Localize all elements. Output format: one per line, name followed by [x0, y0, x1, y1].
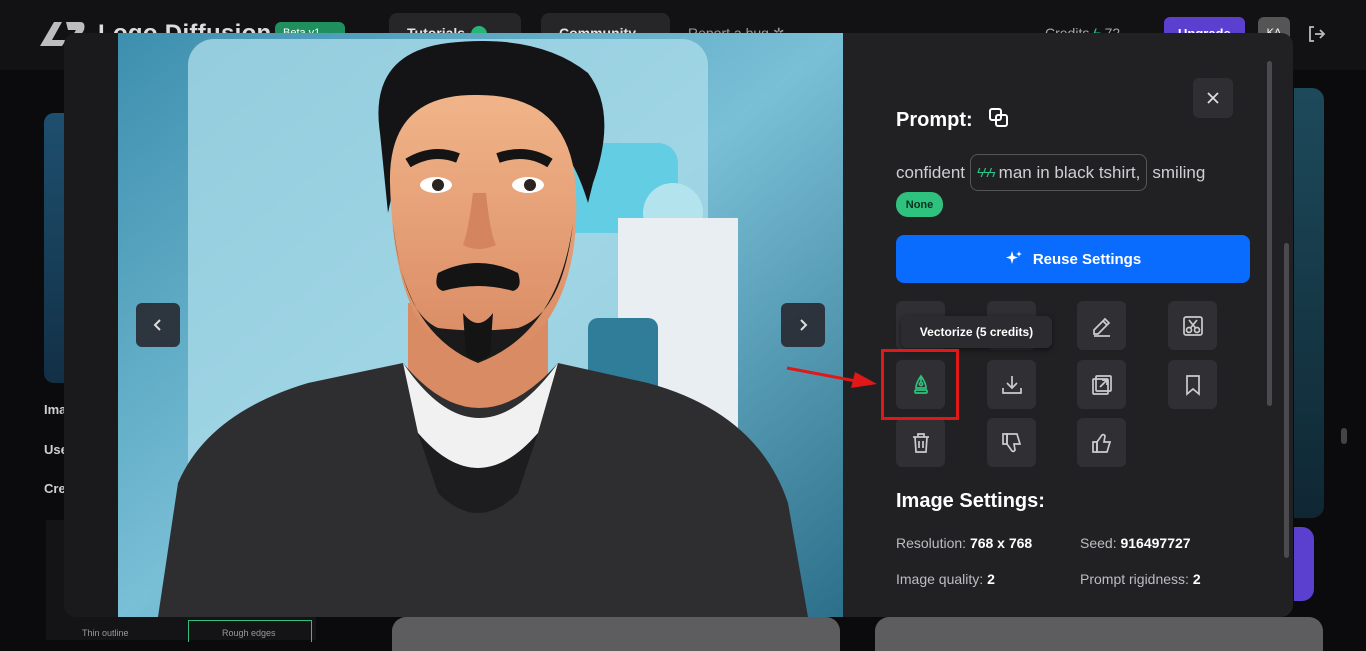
- prompt-word-after: smiling: [1152, 162, 1206, 182]
- prompt-word-before: confident: [896, 162, 965, 182]
- pencil-icon: [1092, 317, 1110, 337]
- thumbs-down-icon: [1001, 432, 1021, 452]
- vectorize-tooltip: Vectorize (5 credits): [901, 316, 1052, 348]
- seed-label: Seed:: [1080, 535, 1117, 551]
- dislike-button[interactable]: [987, 418, 1036, 467]
- previous-image-button[interactable]: [136, 303, 180, 347]
- style-badge: None: [896, 192, 943, 217]
- thumb-caption-2: Rough edges: [222, 628, 276, 638]
- prompt-rigidness-label: Prompt rigidness:: [1080, 571, 1189, 587]
- image-settings-title: Image Settings:: [896, 490, 1045, 512]
- seed-setting: Seed: 916497727: [1080, 535, 1191, 551]
- chevron-right-icon: [800, 319, 808, 331]
- bookmark-button[interactable]: [1168, 360, 1217, 409]
- sparkles-icon: [1005, 251, 1022, 264]
- image-quality-setting: Image quality: 2: [896, 571, 995, 587]
- prompt-title: Prompt:: [896, 109, 973, 131]
- highlight-box: [881, 349, 959, 420]
- prompt-keyword-text: man in black tshirt,: [998, 162, 1141, 182]
- resolution-value: 768 x 768: [969, 535, 1033, 551]
- resolution-label: Resolution:: [896, 535, 967, 551]
- bookmark-icon: [1185, 374, 1200, 396]
- prompt-rigidness-setting: Prompt rigidness: 2: [1080, 571, 1201, 587]
- background-thumbnail-right: [1294, 88, 1324, 518]
- page-scrollbar[interactable]: [1341, 428, 1347, 444]
- trash-icon: [912, 432, 929, 453]
- reuse-settings-label: Reuse Settings: [1032, 250, 1142, 268]
- like-button[interactable]: [1077, 418, 1126, 467]
- close-icon: [1207, 92, 1219, 104]
- image-detail-modal: Prompt: confident ϟϟϟ man in black tshir…: [64, 33, 1293, 617]
- expand-icon: [1091, 374, 1112, 395]
- resolution-setting: Resolution: 768 x 768: [896, 535, 1032, 551]
- thumb-caption-1: Thin outline: [82, 628, 129, 638]
- panel-scrollbar[interactable]: [1267, 61, 1272, 406]
- bolt-icon: ϟϟϟ: [977, 165, 996, 180]
- side-label-3: Cre: [44, 481, 66, 496]
- background-purple-button: [1294, 527, 1314, 601]
- next-image-button[interactable]: [781, 303, 825, 347]
- pointer-arrow-icon: [786, 366, 877, 388]
- background-thumbnail-left: [44, 113, 64, 383]
- logout-icon[interactable]: [1306, 24, 1326, 44]
- modal-scrollbar[interactable]: [1284, 243, 1289, 558]
- close-button[interactable]: [1193, 78, 1233, 118]
- background-bottom-bar-1: [392, 617, 840, 651]
- cut-icon: [1182, 315, 1203, 336]
- delete-button[interactable]: [896, 418, 945, 467]
- image-viewer: [64, 33, 843, 617]
- chevron-left-icon: [153, 319, 161, 331]
- image-quality-value: 2: [987, 571, 995, 587]
- prompt-keyword-chip[interactable]: ϟϟϟ man in black tshirt,: [970, 154, 1148, 191]
- background-bottom-bar-2: [875, 617, 1323, 651]
- seed-value: 916497727: [1120, 535, 1191, 551]
- thumbs-up-icon: [1091, 433, 1111, 453]
- copy-icon[interactable]: [988, 107, 1010, 129]
- upscale-button[interactable]: [1077, 360, 1126, 409]
- reuse-settings-button[interactable]: Reuse Settings: [896, 235, 1250, 283]
- image-details-panel: Prompt: confident ϟϟϟ man in black tshir…: [843, 33, 1293, 617]
- prompt-rigidness-value: 2: [1192, 571, 1201, 587]
- image-quality-label: Image quality:: [896, 571, 984, 587]
- generated-image: [118, 33, 843, 617]
- edit-button[interactable]: [1077, 301, 1126, 350]
- download-icon: [1001, 375, 1022, 394]
- prompt-text: confident ϟϟϟ man in black tshirt, smili…: [896, 154, 1205, 191]
- download-button[interactable]: [987, 360, 1036, 409]
- remove-background-button[interactable]: [1168, 301, 1217, 350]
